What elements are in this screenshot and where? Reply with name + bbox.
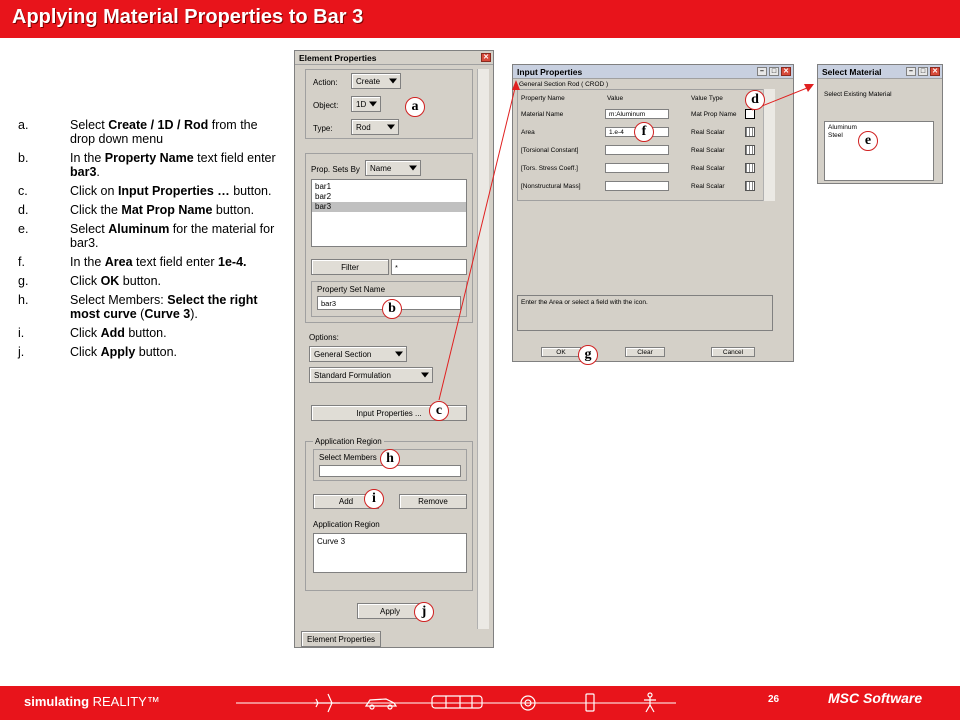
car-icon [364,698,398,710]
callout-b: b [382,299,402,319]
pointer-line-c [438,83,517,401]
callout-h: h [380,449,400,469]
callout-a: a [405,97,425,117]
callout-f: f [634,122,654,142]
callout-j: j [414,602,434,622]
pointer-arrow-d [804,84,814,92]
pointer-lines [438,80,814,401]
msc-software-logo: MSC Software [828,690,923,706]
train-icon [431,695,483,709]
callout-g: g [578,345,598,365]
page-number: 26 [768,694,780,705]
callout-i: i [364,489,384,509]
footer-brand-bold: simulating [24,694,90,709]
pointer-arrow-c [512,80,520,90]
callout-c: c [429,401,449,421]
callout-e: e [858,131,878,151]
footer-brand: simulating REALITY™ [24,694,160,709]
airplane-icon [314,693,340,713]
callout-d: d [745,90,765,110]
footer-vehicle-icons [236,692,676,713]
footer-brand-rest: REALITY™ [89,694,160,709]
